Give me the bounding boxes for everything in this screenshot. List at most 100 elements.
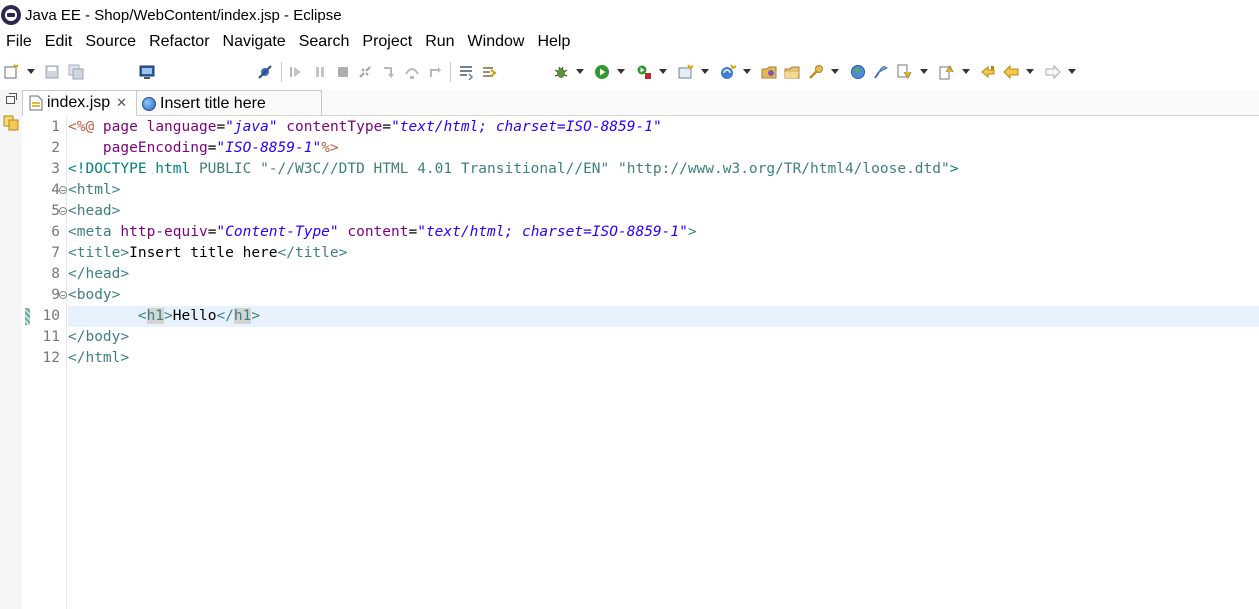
open-task-icon[interactable] (784, 64, 800, 80)
new-web-service-dropdown-arrow[interactable] (743, 69, 751, 74)
tab-label: Insert title here (160, 94, 266, 112)
code-token: <body> (68, 287, 121, 303)
search-icon[interactable] (808, 64, 824, 80)
menu-window[interactable]: Window (462, 30, 532, 54)
annotation-icon[interactable] (873, 64, 889, 80)
code-line[interactable]: <%@ page language="java" contentType="te… (68, 117, 662, 138)
code-token: </html> (68, 350, 130, 366)
next-annotation-icon[interactable] (896, 64, 912, 80)
code-token: "Content-Type" (216, 224, 339, 240)
code-token: h1 (146, 308, 165, 324)
line-number: 1 (51, 119, 60, 135)
code-token: "text/html; charset=ISO-8859-1" (417, 224, 688, 240)
last-edit-icon[interactable] (980, 64, 996, 80)
code-token: < (137, 308, 147, 324)
step-into-icon[interactable] (381, 64, 397, 80)
use-step-filters-icon[interactable] (481, 64, 497, 80)
run-icon[interactable] (594, 64, 610, 80)
menu-refactor[interactable]: Refactor (143, 30, 216, 54)
menu-file[interactable]: File (0, 30, 39, 54)
code-token: <meta (68, 224, 112, 240)
forward-dropdown-arrow[interactable] (1068, 69, 1076, 74)
code-line[interactable]: </body> (68, 327, 129, 348)
code-line[interactable]: <head> (68, 201, 120, 222)
code-token: = (216, 119, 226, 135)
code-token: </head> (68, 266, 130, 282)
code-line[interactable]: <body> (68, 285, 120, 306)
code-token: h1 (233, 308, 252, 324)
code-token: = (408, 224, 418, 240)
drop-to-frame-icon[interactable] (458, 64, 474, 80)
code-token: "ISO-8859-1" (216, 140, 322, 156)
code-token: %> (321, 140, 339, 156)
save-icon[interactable] (44, 64, 60, 80)
back-icon[interactable] (1003, 64, 1019, 80)
code-token: > (251, 308, 261, 324)
forward-icon[interactable] (1045, 64, 1061, 80)
left-trim-stack (0, 90, 22, 609)
previous-annotation-icon[interactable] (938, 64, 954, 80)
new-server-dropdown-arrow[interactable] (701, 69, 709, 74)
new-server-icon[interactable] (678, 64, 694, 80)
fold-collapse-icon[interactable] (59, 291, 67, 299)
save-all-icon[interactable] (68, 64, 84, 80)
line-number: 3 (51, 161, 60, 177)
line-number: 7 (51, 245, 60, 261)
line-number: 11 (42, 329, 60, 345)
code-token: PUBLIC (198, 161, 261, 177)
code-token: </body> (68, 329, 130, 345)
step-over-icon[interactable] (404, 64, 420, 80)
code-line[interactable]: <html> (68, 180, 120, 201)
run-last-tool-dropdown-arrow[interactable] (659, 69, 667, 74)
code-token: language (146, 119, 217, 135)
terminal-icon[interactable] (139, 64, 155, 80)
search-dropdown-arrow[interactable] (831, 69, 839, 74)
menu-project[interactable]: Project (356, 30, 419, 54)
resume-icon[interactable] (288, 64, 304, 80)
code-token: </ (216, 308, 234, 324)
tab-index-jsp[interactable]: index.jsp ✕ (22, 90, 137, 116)
back-dropdown-arrow[interactable] (1026, 69, 1034, 74)
previous-annotation-dropdown-arrow[interactable] (962, 69, 970, 74)
open-type-icon[interactable] (761, 64, 777, 80)
next-annotation-dropdown-arrow[interactable] (920, 69, 928, 74)
disconnect-icon[interactable] (357, 64, 373, 80)
code-token: pageEncoding (68, 140, 208, 156)
debug-icon[interactable] (553, 64, 569, 80)
code-line[interactable]: pageEncoding="ISO-8859-1"%> (68, 138, 339, 159)
skip-breakpoints-icon[interactable] (257, 64, 273, 80)
debug-dropdown-arrow[interactable] (576, 69, 584, 74)
fold-collapse-icon[interactable] (59, 207, 67, 215)
menu-help[interactable]: Help (531, 30, 577, 54)
new-web-service-icon[interactable] (720, 64, 736, 80)
code-editor[interactable]: 1 2 3 4 5 6 7 8 9 10 11 12 <%@ page language="java"… (22, 117, 1259, 609)
code-area[interactable]: <%@ page language="java" contentType="te… (68, 117, 1259, 609)
line-number: 6 (51, 224, 60, 240)
eclipse-logo-icon (1, 5, 21, 25)
menu-run[interactable]: Run (419, 30, 461, 54)
outline-view-icon[interactable] (3, 115, 19, 131)
tab-insert-title-here[interactable]: Insert title here (137, 90, 322, 116)
terminate-icon[interactable] (335, 64, 351, 80)
menu-search[interactable]: Search (293, 30, 357, 54)
menu-edit[interactable]: Edit (39, 30, 80, 54)
new-icon[interactable] (4, 64, 20, 80)
code-line[interactable]: </head> (68, 264, 129, 285)
restore-icon[interactable] (6, 93, 17, 104)
code-token: "java" (225, 119, 278, 135)
web-browser-icon[interactable] (850, 64, 866, 80)
code-line[interactable]: <!DOCTYPE html PUBLIC "-//W3C//DTD HTML … (68, 159, 958, 180)
code-line[interactable]: <h1>Hello</h1> (68, 306, 260, 327)
menu-source[interactable]: Source (79, 30, 143, 54)
step-return-icon[interactable] (427, 64, 443, 80)
menu-navigate[interactable]: Navigate (217, 30, 293, 54)
new-dropdown-arrow[interactable] (27, 69, 35, 74)
fold-collapse-icon[interactable] (59, 186, 67, 194)
run-dropdown-arrow[interactable] (617, 69, 625, 74)
code-line[interactable]: <meta http-equiv="Content-Type" content=… (68, 222, 697, 243)
suspend-icon[interactable] (312, 64, 328, 80)
close-icon[interactable]: ✕ (116, 95, 127, 111)
code-line[interactable]: <title>Insert title here</title> (68, 243, 347, 264)
run-last-tool-icon[interactable] (636, 64, 652, 80)
code-line[interactable]: </html> (68, 348, 129, 369)
